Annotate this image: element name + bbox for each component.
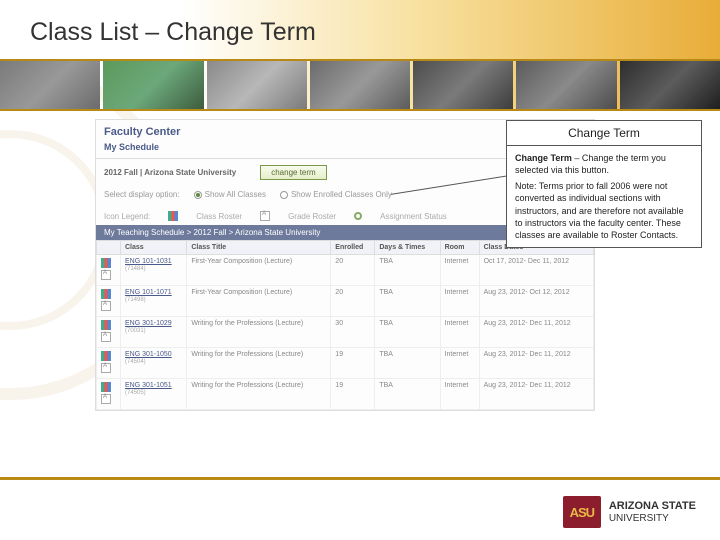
grade-roster-icon[interactable] xyxy=(101,363,111,373)
callout-text-2: Note: Terms prior to fall 2006 were not … xyxy=(515,180,693,241)
grade-roster-icon[interactable] xyxy=(101,394,111,404)
assignment-status-icon xyxy=(354,212,362,220)
table-row: ENG 301-1051(74505) Writing for the Prof… xyxy=(97,379,594,410)
table-row: ENG 101-1031(71484) First-Year Compositi… xyxy=(97,255,594,286)
class-roster-icon xyxy=(168,211,178,221)
class-link[interactable]: ENG 101-1031 xyxy=(125,258,172,265)
callout-lead: Change Term xyxy=(515,153,572,163)
display-option-label: Select display option: xyxy=(104,190,180,199)
class-roster-icon[interactable] xyxy=(101,382,111,392)
grade-roster-icon xyxy=(260,211,270,221)
logo-line1: ARIZONA STATE xyxy=(609,500,696,512)
class-link[interactable]: ENG 301-1050 xyxy=(125,351,172,358)
grade-roster-icon[interactable] xyxy=(101,270,111,280)
class-roster-icon[interactable] xyxy=(101,320,111,330)
logo-line2: UNIVERSITY xyxy=(609,513,696,524)
radio-show-enrolled[interactable]: Show Enrolled Classes Only xyxy=(280,190,392,199)
footer-divider xyxy=(0,477,720,480)
class-link[interactable]: ENG 301-1051 xyxy=(125,382,172,389)
asu-logo: ASU ARIZONA STATE UNIVERSITY xyxy=(563,496,696,528)
radio-show-all[interactable]: Show All Classes xyxy=(194,190,266,199)
change-term-button[interactable]: change term xyxy=(260,165,326,180)
table-title: My Teaching Schedule > 2012 Fall > Arizo… xyxy=(104,228,320,237)
photo-band xyxy=(0,59,720,111)
callout-title: Change Term xyxy=(507,121,701,146)
table-row: ENG 301-1029(70031) Writing for the Prof… xyxy=(97,317,594,348)
class-link[interactable]: ENG 301-1029 xyxy=(125,320,172,327)
slide-title: Class List – Change Term xyxy=(0,0,720,59)
class-roster-icon[interactable] xyxy=(101,258,111,268)
term-label: 2012 Fall | Arizona State University xyxy=(104,168,236,177)
table-row: ENG 101-1071(71498) First-Year Compositi… xyxy=(97,286,594,317)
table-row: ENG 301-1050(74504) Writing for the Prof… xyxy=(97,348,594,379)
class-roster-icon[interactable] xyxy=(101,289,111,299)
callout-box: Change Term Change Term – Change the ter… xyxy=(506,120,702,248)
grade-roster-icon[interactable] xyxy=(101,301,111,311)
grade-roster-icon[interactable] xyxy=(101,332,111,342)
legend-label: Icon Legend: xyxy=(104,212,150,221)
class-link[interactable]: ENG 101-1071 xyxy=(125,289,172,296)
asu-mark-icon: ASU xyxy=(563,496,601,528)
schedule-table: ClassClass Title EnrolledDays & Times Ro… xyxy=(96,240,594,410)
class-roster-icon[interactable] xyxy=(101,351,111,361)
